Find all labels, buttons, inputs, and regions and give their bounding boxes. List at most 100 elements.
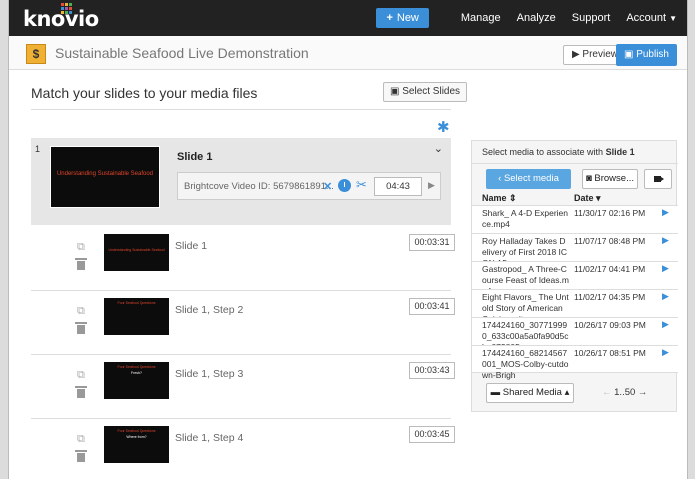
play-icon[interactable]: ▶ xyxy=(662,207,669,218)
sort-icon: ⇕ xyxy=(509,193,517,203)
step-thumbnail[interactable]: Four Seafood Questions xyxy=(104,298,169,335)
video-camera-icon xyxy=(654,176,664,182)
divider xyxy=(31,109,451,110)
shared-media-label: Shared Media xyxy=(502,387,562,398)
folder-icon: ▬ xyxy=(490,387,503,398)
media-panel-header: Select media to associate with Slide 1 xyxy=(482,147,635,157)
step-thumbnail[interactable]: Four Seafood Questions Where from? xyxy=(104,426,169,463)
presentation-title: Sustainable Seafood Live Demonstration xyxy=(55,45,309,61)
media-row[interactable]: Eight Flavors_ The Untold Story of Ameri… xyxy=(472,289,678,324)
step-time[interactable]: 00:03:31 xyxy=(409,234,455,251)
browse-label: Browse... xyxy=(594,173,634,184)
trash-icon[interactable] xyxy=(75,322,87,334)
media-date: 10/26/17 08:51 PM xyxy=(574,348,646,358)
nav-support[interactable]: Support xyxy=(572,12,611,24)
page-heading: Match your slides to your media files xyxy=(31,85,258,101)
step-row: ⧉ Four Seafood Questions Slide 1, Step 2… xyxy=(31,291,455,355)
trash-icon[interactable] xyxy=(75,258,87,270)
nav-manage[interactable]: Manage xyxy=(461,12,501,24)
caret-up-icon: ▴ xyxy=(561,387,570,398)
top-nav: knovio + New Manage Analyze Support Accou… xyxy=(9,0,687,36)
col-name-label: Name xyxy=(482,193,507,203)
app-window: knovio + New Manage Analyze Support Accou… xyxy=(8,0,688,479)
step-thumbnail-title: Four Seafood Questions xyxy=(117,429,156,433)
column-date-header[interactable]: Date ▾ xyxy=(574,193,601,204)
media-header-prefix: Select media to associate with xyxy=(482,147,604,157)
play-icon[interactable]: ▶ xyxy=(662,347,669,358)
presentation-icon: $ xyxy=(26,44,46,64)
step-time[interactable]: 00:03:43 xyxy=(409,362,455,379)
gear-icon[interactable]: ✱ xyxy=(437,118,450,136)
play-icon[interactable]: ▶ xyxy=(662,263,669,274)
copy-icon[interactable]: ⧉ xyxy=(77,241,85,254)
step-thumbnail-subtitle: Where from? xyxy=(126,435,147,439)
media-date: 11/02/17 04:41 PM xyxy=(574,264,646,274)
media-name: Shark_ A 4-D Experience.mp4 xyxy=(482,208,568,229)
chevron-down-icon[interactable]: ⌄ xyxy=(434,142,443,155)
step-thumbnail[interactable]: Four Seafood Questions Fresh? xyxy=(104,362,169,399)
caret-down-icon: ▼ xyxy=(669,14,677,23)
split-icon[interactable]: ✂ xyxy=(356,177,367,193)
step-thumbnail-title: Understanding Sustainable Seafood xyxy=(108,248,165,252)
thumbnail-text: Understanding Sustainable Seafood xyxy=(56,171,154,177)
media-label: Brightcove Video ID: 5679861891... xyxy=(184,181,334,192)
step-time[interactable]: 00:03:45 xyxy=(409,426,455,443)
nav-account-label: Account xyxy=(626,12,667,24)
copy-icon[interactable]: ⧉ xyxy=(77,369,85,382)
media-name: 174424160_68214567001_MOS-Colby-cutdown-… xyxy=(482,348,569,380)
step-title: Slide 1 xyxy=(175,240,208,252)
trash-icon[interactable] xyxy=(75,386,87,398)
selected-slide-panel[interactable]: 1 Understanding Sustainable Seafood Slid… xyxy=(31,138,451,225)
media-row[interactable]: Shark_ A 4-D Experience.mp4 11/30/17 02:… xyxy=(472,205,678,233)
nav-account[interactable]: Account ▼ xyxy=(626,12,677,24)
step-thumbnail[interactable]: Understanding Sustainable Seafood xyxy=(104,234,169,271)
play-icon[interactable]: ▶ xyxy=(428,180,435,191)
media-row[interactable]: 174424160_307719990_633c00a5a0fa90d5cbe0… xyxy=(472,317,678,352)
step-row: ⧉ Four Seafood Questions Where from? Sli… xyxy=(31,419,455,479)
copy-icon[interactable]: ⧉ xyxy=(77,305,85,318)
step-row: ⧉ Understanding Sustainable Seafood Slid… xyxy=(31,227,455,291)
select-slides-button[interactable]: ▣ Select Slides xyxy=(383,82,468,102)
step-thumbnail-subtitle: Fresh? xyxy=(131,371,142,375)
media-row[interactable]: 174424160_68214567001_MOS-Colby-cutdown-… xyxy=(472,345,678,380)
media-header-target: Slide 1 xyxy=(605,147,635,157)
logo-grid-icon xyxy=(61,3,73,15)
play-icon: ▶ xyxy=(571,49,583,60)
copy-icon[interactable]: ⧉ xyxy=(77,433,85,446)
record-video-button[interactable] xyxy=(644,169,672,189)
play-icon[interactable]: ▶ xyxy=(662,319,669,330)
publish-button[interactable]: ▣ Publish xyxy=(615,44,677,66)
step-row: ⧉ Four Seafood Questions Fresh? Slide 1,… xyxy=(31,355,455,419)
clock-icon[interactable] xyxy=(338,179,351,192)
image-icon: ▣ xyxy=(390,86,403,97)
step-thumbnail-title: Four Seafood Questions xyxy=(117,301,156,305)
next-page-icon[interactable]: → xyxy=(635,387,648,398)
media-row[interactable]: Roy Halladay Takes Delivery of First 201… xyxy=(472,233,678,268)
play-icon[interactable]: ▶ xyxy=(662,291,669,302)
media-row[interactable]: Gastropod_ A Three-Course Feast of Ideas… xyxy=(472,261,678,296)
media-date: 11/30/17 02:16 PM xyxy=(574,208,646,218)
caret-down-icon: ▾ xyxy=(596,193,601,203)
remove-media-icon[interactable]: ✕ xyxy=(323,180,332,193)
prev-page-icon[interactable]: ← xyxy=(602,387,614,398)
shared-media-dropdown[interactable]: ▬ Shared Media ▴ xyxy=(486,383,574,403)
media-date: 11/02/17 04:35 PM xyxy=(574,292,646,302)
select-media-label: Select media xyxy=(503,173,559,184)
step-time[interactable]: 00:03:41 xyxy=(409,298,455,315)
pager-range: 1..50 xyxy=(614,387,636,398)
presentation-titlebar: $ Sustainable Seafood Live Demonstration… xyxy=(9,36,687,70)
column-name-header[interactable]: Name ⇕ xyxy=(482,193,517,204)
step-thumbnail-title: Four Seafood Questions xyxy=(117,365,156,369)
browse-button[interactable]: ◙ Browse... xyxy=(582,169,638,189)
step-title: Slide 1, Step 3 xyxy=(175,368,244,380)
knovio-logo[interactable]: knovio xyxy=(23,3,99,34)
select-media-button[interactable]: ‹ Select media xyxy=(486,169,571,189)
slide-thumbnail[interactable]: Understanding Sustainable Seafood xyxy=(50,146,160,208)
slide-title: Slide 1 xyxy=(177,151,213,163)
new-button[interactable]: + New xyxy=(376,8,429,28)
select-slides-label: Select Slides xyxy=(402,86,461,97)
col-date-label: Date xyxy=(574,193,594,203)
play-icon[interactable]: ▶ xyxy=(662,235,669,246)
trash-icon[interactable] xyxy=(75,450,87,462)
nav-analyze[interactable]: Analyze xyxy=(517,12,556,24)
